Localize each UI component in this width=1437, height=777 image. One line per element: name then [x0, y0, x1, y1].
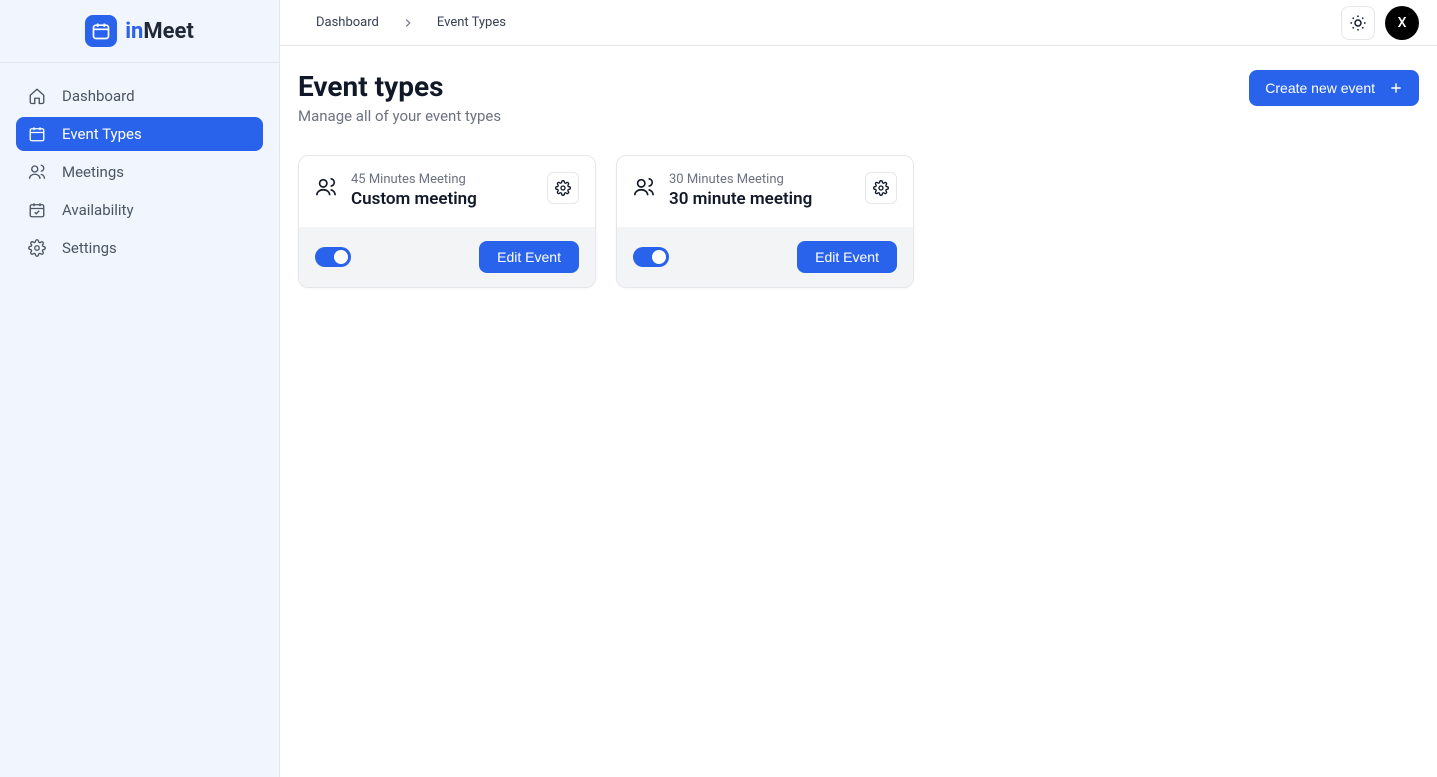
edit-event-button[interactable]: Edit Event [479, 241, 579, 273]
calendar-icon [28, 125, 46, 143]
page-title: Event types [298, 70, 501, 103]
event-duration: 45 Minutes Meeting [351, 172, 533, 187]
sidebar-item-label: Event Types [62, 125, 142, 143]
gear-icon [873, 180, 889, 196]
event-cards: 45 Minutes Meeting Custom meeting Edit E… [298, 155, 1419, 288]
users-icon [315, 176, 337, 198]
breadcrumb: Dashboard Event Types [316, 15, 506, 30]
event-enabled-toggle[interactable] [315, 247, 351, 267]
sidebar-item-label: Availability [62, 201, 134, 219]
chevron-right-icon [401, 16, 415, 30]
avatar[interactable]: X [1385, 6, 1419, 40]
sidebar-item-event-types[interactable]: Event Types [16, 117, 263, 151]
calendar-icon [85, 15, 117, 47]
users-icon [28, 163, 46, 181]
plus-icon [1389, 81, 1403, 95]
topbar-right: X [1341, 6, 1419, 40]
content: Event types Manage all of your event typ… [280, 46, 1437, 312]
event-card: 30 Minutes Meeting 30 minute meeting Edi… [616, 155, 914, 288]
gear-icon [555, 180, 571, 196]
breadcrumb-item[interactable]: Event Types [437, 15, 506, 30]
sidebar-item-label: Dashboard [62, 87, 135, 105]
event-settings-button[interactable] [865, 172, 897, 204]
users-icon [633, 176, 655, 198]
gear-icon [28, 239, 46, 257]
create-event-label: Create new event [1265, 80, 1375, 96]
sidebar-item-label: Settings [62, 239, 117, 257]
sidebar-item-dashboard[interactable]: Dashboard [16, 79, 263, 113]
main: Dashboard Event Types X Event types Mana… [280, 0, 1437, 777]
sidebar-item-meetings[interactable]: Meetings [16, 155, 263, 189]
theme-toggle-button[interactable] [1341, 6, 1375, 40]
calendar-check-icon [28, 201, 46, 219]
page-subtitle: Manage all of your event types [298, 107, 501, 125]
sidebar-item-availability[interactable]: Availability [16, 193, 263, 227]
sun-icon [1349, 14, 1367, 32]
topbar: Dashboard Event Types X [280, 0, 1437, 46]
page-header: Event types Manage all of your event typ… [298, 70, 1419, 125]
event-duration: 30 Minutes Meeting [669, 172, 851, 187]
logo-text: inMeet [125, 19, 194, 44]
nav: Dashboard Event Types Meetings Availabil… [0, 63, 279, 281]
breadcrumb-item[interactable]: Dashboard [316, 15, 379, 30]
event-title: 30 minute meeting [669, 189, 851, 209]
sidebar: inMeet Dashboard Event Types Meetings Av… [0, 0, 280, 777]
event-card: 45 Minutes Meeting Custom meeting Edit E… [298, 155, 596, 288]
sidebar-item-label: Meetings [62, 163, 124, 181]
logo[interactable]: inMeet [0, 0, 279, 62]
create-event-button[interactable]: Create new event [1249, 70, 1419, 106]
sidebar-item-settings[interactable]: Settings [16, 231, 263, 265]
home-icon [28, 87, 46, 105]
event-title: Custom meeting [351, 189, 533, 209]
edit-event-button[interactable]: Edit Event [797, 241, 897, 273]
event-enabled-toggle[interactable] [633, 247, 669, 267]
event-settings-button[interactable] [547, 172, 579, 204]
